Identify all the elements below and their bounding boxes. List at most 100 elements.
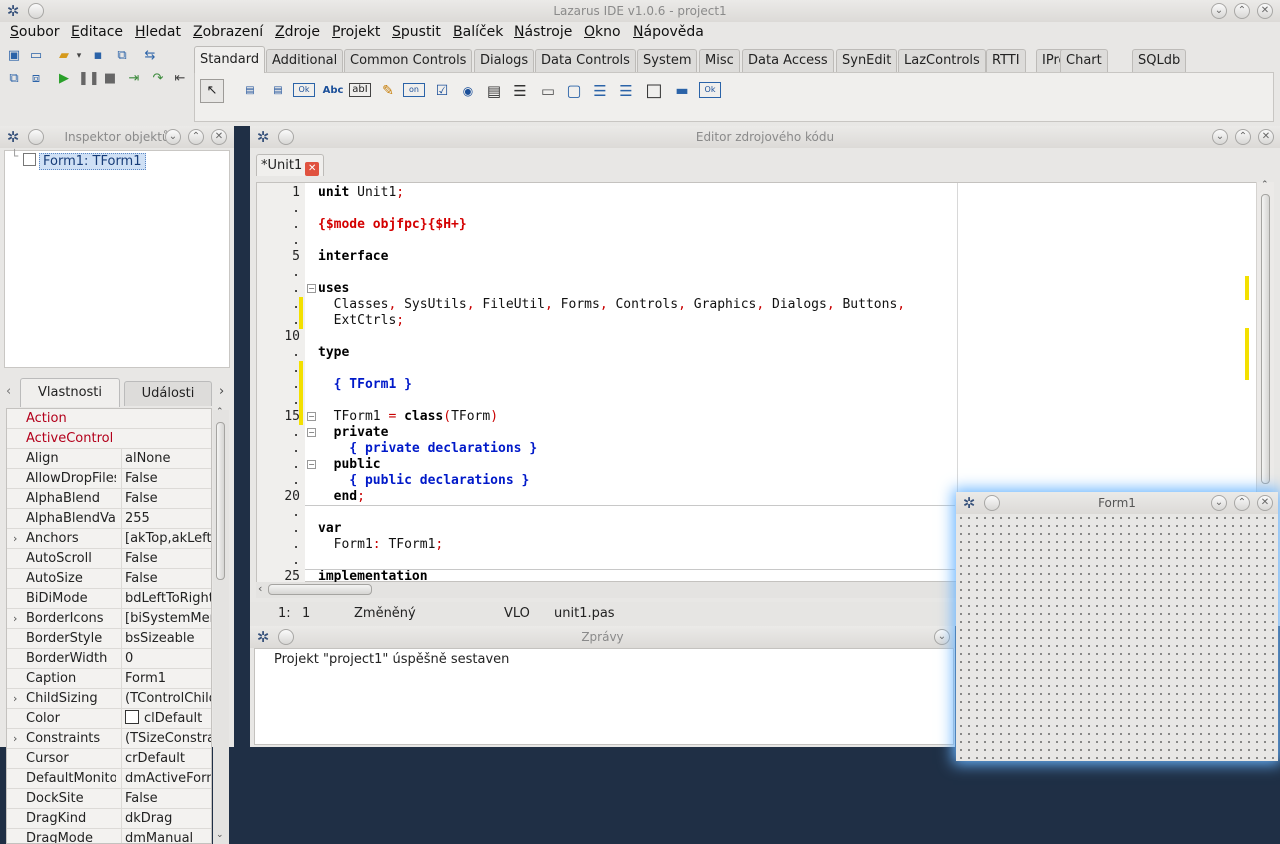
- form-design-surface[interactable]: [957, 514, 1277, 759]
- maximize-button[interactable]: ⌃: [1235, 129, 1251, 145]
- property-row[interactable]: Align alNone: [7, 449, 211, 469]
- scroll-left-icon[interactable]: ‹: [258, 582, 262, 595]
- property-row[interactable]: AlphaBlendVal 255: [7, 509, 211, 529]
- tlistbox-icon[interactable]: ▤: [483, 80, 505, 102]
- stop-icon[interactable]: ■: [100, 70, 120, 88]
- property-value[interactable]: dkDrag: [121, 809, 211, 828]
- property-row[interactable]: AllowDropFiles False: [7, 469, 211, 489]
- property-value[interactable]: dmManual: [121, 829, 211, 843]
- code-line[interactable]: { public declarations }: [318, 473, 529, 489]
- close-button[interactable]: ✕: [1257, 495, 1273, 511]
- code-line[interactable]: unit Unit1;: [318, 185, 404, 201]
- tab-events[interactable]: Události: [124, 381, 212, 406]
- property-row[interactable]: DefaultMonito dmActiveForm: [7, 769, 211, 789]
- tcombobox-icon[interactable]: ☰: [509, 80, 531, 102]
- code-line[interactable]: var: [318, 521, 341, 537]
- property-value[interactable]: clDefault: [121, 709, 211, 728]
- close-tab-icon[interactable]: ✕: [305, 162, 320, 176]
- tpanel-icon[interactable]: □: [643, 80, 665, 102]
- property-value[interactable]: False: [121, 569, 211, 588]
- menu-napoveda[interactable]: Nápověda: [633, 24, 704, 40]
- tab-misc[interactable]: Misc: [699, 49, 740, 72]
- window-menu-button[interactable]: [278, 129, 294, 145]
- save-icon[interactable]: ▪: [88, 47, 108, 65]
- minimize-button[interactable]: ⌄: [165, 129, 181, 145]
- window-menu-button[interactable]: [28, 129, 44, 145]
- tab-system[interactable]: System: [637, 49, 698, 72]
- tframe-icon[interactable]: ▬: [671, 80, 693, 102]
- property-value[interactable]: 255: [121, 509, 211, 528]
- tedit-icon[interactable]: abI: [349, 83, 371, 97]
- expand-arrow-icon[interactable]: ›: [13, 689, 17, 708]
- tactionlist-icon[interactable]: Ok: [699, 82, 721, 98]
- step-out-icon[interactable]: ⇤: [170, 70, 190, 88]
- menu-hledat[interactable]: Hledat: [135, 24, 181, 40]
- property-value[interactable]: False: [121, 489, 211, 508]
- window-menu-button[interactable]: [278, 629, 294, 645]
- tab-data-access[interactable]: Data Access: [742, 49, 834, 72]
- property-row[interactable]: AutoSize False: [7, 569, 211, 589]
- messages-list[interactable]: Projekt "project1" úspěšně sestaven: [254, 648, 954, 745]
- menu-zdroje[interactable]: Zdroje: [275, 24, 320, 40]
- property-row[interactable]: › Anchors [akTop,akLeft]: [7, 529, 211, 549]
- scrollbar-thumb[interactable]: [268, 584, 372, 595]
- code-line[interactable]: uses: [318, 281, 349, 297]
- scroll-up-icon[interactable]: ⌃: [216, 407, 224, 417]
- menu-spustit[interactable]: Spustit: [392, 24, 441, 40]
- open-folder-icon[interactable]: ▰: [54, 47, 74, 65]
- scrollbar-thumb[interactable]: [216, 422, 225, 580]
- property-row[interactable]: BorderWidth 0: [7, 649, 211, 669]
- code-line[interactable]: ExtCtrls;: [318, 313, 404, 329]
- property-row[interactable]: DragMode dmManual: [7, 829, 211, 843]
- view-units-icon[interactable]: ⧉: [4, 70, 24, 88]
- tab-lazcontrols[interactable]: LazControls: [898, 49, 986, 72]
- code-line[interactable]: interface: [318, 249, 388, 265]
- code-line[interactable]: public: [318, 457, 381, 473]
- code-line[interactable]: type: [318, 345, 349, 361]
- code-line[interactable]: private: [318, 425, 389, 441]
- code-fold-icon[interactable]: −: [307, 460, 316, 469]
- pause-icon[interactable]: ❚❚: [78, 70, 100, 88]
- property-value[interactable]: (TSizeConstra: [121, 729, 211, 748]
- property-row[interactable]: BorderStyle bsSizeable: [7, 629, 211, 649]
- new-unit-icon[interactable]: ▣: [4, 47, 24, 65]
- selection-arrow-icon[interactable]: ↖: [200, 79, 224, 103]
- property-row[interactable]: DockSite False: [7, 789, 211, 809]
- new-form-icon[interactable]: ▭: [26, 47, 46, 65]
- property-value[interactable]: [biSystemMer: [121, 609, 211, 628]
- property-row[interactable]: Caption Form1: [7, 669, 211, 689]
- code-line[interactable]: TForm1 = class(TForm): [318, 409, 498, 425]
- tab-scroll-right-icon[interactable]: ›: [219, 384, 224, 399]
- open-dropdown-icon[interactable]: ▾: [74, 47, 84, 65]
- property-value[interactable]: bdLeftToRight: [121, 589, 211, 608]
- minimize-button[interactable]: ⌄: [934, 629, 950, 645]
- code-line[interactable]: Classes, SysUtils, FileUtil, Forms, Cont…: [318, 297, 905, 313]
- property-row[interactable]: › BorderIcons [biSystemMer: [7, 609, 211, 629]
- code-line[interactable]: end;: [318, 489, 365, 505]
- message-line[interactable]: Projekt "project1" úspěšně sestaven: [274, 652, 509, 667]
- property-value[interactable]: [akTop,akLeft]: [121, 529, 211, 548]
- code-line[interactable]: { TForm1 }: [318, 377, 412, 393]
- close-button[interactable]: ✕: [1257, 3, 1273, 19]
- property-value[interactable]: dmActiveForm: [121, 769, 211, 788]
- property-row[interactable]: BiDiMode bdLeftToRight: [7, 589, 211, 609]
- tradiogroup-icon[interactable]: ☰: [589, 80, 611, 102]
- expand-arrow-icon[interactable]: ›: [13, 609, 17, 628]
- tab-properties[interactable]: Vlastnosti: [20, 378, 120, 407]
- minimize-button[interactable]: ⌄: [1212, 129, 1228, 145]
- tab-sqldb[interactable]: SQLdb: [1132, 49, 1187, 72]
- component-icon[interactable]: ▤: [267, 80, 289, 102]
- tbutton-icon[interactable]: Ok: [293, 83, 315, 97]
- tab-chart[interactable]: Chart: [1060, 49, 1108, 72]
- property-value[interactable]: False: [121, 549, 211, 568]
- tgroupbox-icon[interactable]: ▢: [563, 80, 585, 102]
- property-row[interactable]: › Constraints (TSizeConstra: [7, 729, 211, 749]
- property-row[interactable]: AlphaBlend False: [7, 489, 211, 509]
- code-fold-icon[interactable]: −: [307, 412, 316, 421]
- maximize-button[interactable]: ⌃: [188, 129, 204, 145]
- view-forms-icon[interactable]: ⧈: [26, 70, 46, 88]
- close-button[interactable]: ✕: [1258, 129, 1274, 145]
- property-value[interactable]: False: [121, 789, 211, 808]
- scroll-up-icon[interactable]: ⌃: [1261, 180, 1269, 190]
- property-value[interactable]: crDefault: [121, 749, 211, 768]
